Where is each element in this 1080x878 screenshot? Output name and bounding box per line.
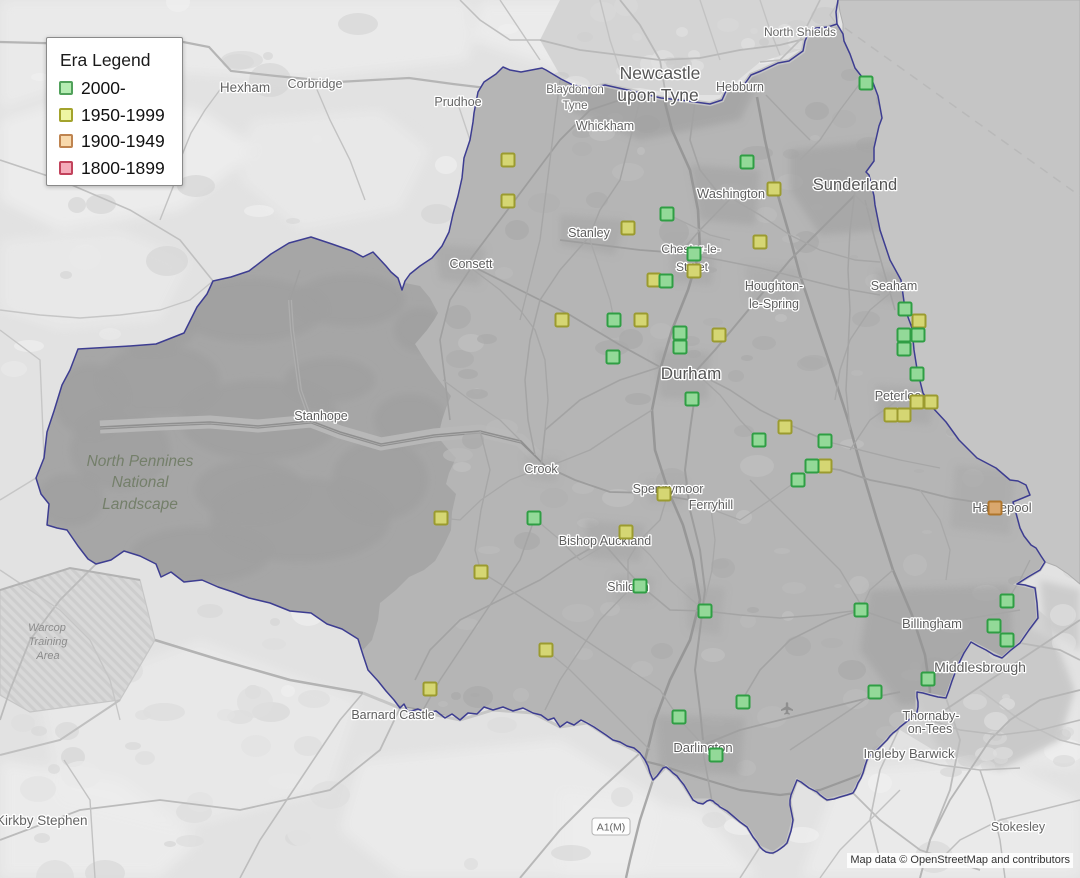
svg-text:Stokesley: Stokesley bbox=[991, 820, 1046, 834]
svg-text:Ingleby Barwick: Ingleby Barwick bbox=[863, 746, 955, 761]
svg-text:upon Tyne: upon Tyne bbox=[617, 85, 698, 105]
svg-text:Barnard Castle: Barnard Castle bbox=[351, 708, 434, 722]
svg-text:Corbridge: Corbridge bbox=[288, 77, 343, 91]
svg-text:Consett: Consett bbox=[449, 257, 493, 271]
svg-text:North Pennines: North Pennines bbox=[87, 453, 194, 470]
svg-text:Whickham: Whickham bbox=[576, 119, 634, 133]
svg-text:Training: Training bbox=[29, 636, 69, 648]
svg-text:Landscape: Landscape bbox=[102, 496, 178, 513]
svg-text:on-Tees: on-Tees bbox=[908, 722, 952, 736]
svg-text:Warcop: Warcop bbox=[28, 622, 66, 634]
svg-text:Tyne: Tyne bbox=[563, 100, 588, 112]
svg-text:Bishop Auckland: Bishop Auckland bbox=[559, 534, 651, 548]
svg-text:Middlesbrough: Middlesbrough bbox=[934, 659, 1026, 675]
svg-text:Crook: Crook bbox=[524, 462, 558, 476]
svg-text:Washington: Washington bbox=[697, 186, 765, 201]
svg-text:Ferryhill: Ferryhill bbox=[689, 498, 733, 512]
svg-text:Hexham: Hexham bbox=[220, 80, 270, 95]
svg-text:Stanhope: Stanhope bbox=[294, 409, 348, 423]
svg-text:Area: Area bbox=[35, 650, 59, 662]
svg-text:Stanley: Stanley bbox=[568, 226, 610, 240]
svg-text:Houghton-: Houghton- bbox=[745, 279, 803, 293]
svg-text:Hebburn: Hebburn bbox=[716, 80, 764, 94]
svg-text:Seaham: Seaham bbox=[871, 279, 918, 293]
svg-text:Blaydon on: Blaydon on bbox=[546, 84, 604, 96]
svg-text:National: National bbox=[112, 474, 169, 491]
svg-text:Kirkby Stephen: Kirkby Stephen bbox=[0, 813, 88, 828]
svg-text:Prudhoe: Prudhoe bbox=[434, 95, 481, 109]
svg-text:Durham: Durham bbox=[661, 364, 721, 383]
svg-text:le-Spring: le-Spring bbox=[749, 297, 799, 311]
svg-text:Newcastle: Newcastle bbox=[620, 63, 701, 83]
svg-text:North Shields: North Shields bbox=[764, 25, 836, 39]
svg-text:Billingham: Billingham bbox=[902, 616, 962, 631]
svg-text:A1(M): A1(M) bbox=[597, 822, 626, 834]
svg-text:Sunderland: Sunderland bbox=[813, 176, 897, 194]
svg-text:Darlington: Darlington bbox=[673, 740, 732, 755]
svg-text:Thornaby-: Thornaby- bbox=[903, 709, 960, 723]
